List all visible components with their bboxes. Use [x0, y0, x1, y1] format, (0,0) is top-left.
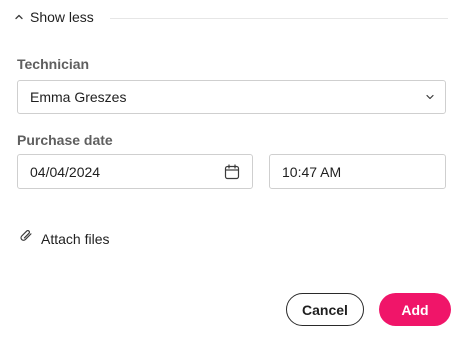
paperclip-icon: [18, 228, 34, 249]
date-value: 04/04/2024: [30, 163, 101, 180]
purchase-date-label: Purchase date: [17, 132, 113, 148]
add-button[interactable]: Add: [379, 293, 451, 326]
cancel-button[interactable]: Cancel: [286, 293, 364, 326]
technician-select[interactable]: Emma Greszes: [17, 80, 446, 114]
chevron-down-icon: [415, 92, 445, 102]
show-less-label: Show less: [30, 9, 94, 25]
time-value: 10:47 AM: [282, 163, 342, 180]
time-input[interactable]: 10:47 AM: [269, 154, 446, 189]
show-less-toggle[interactable]: Show less: [14, 9, 94, 25]
technician-label: Technician: [17, 56, 90, 72]
attach-files-link[interactable]: Attach files: [18, 228, 109, 249]
technician-value: Emma Greszes: [30, 89, 127, 105]
date-input[interactable]: 04/04/2024: [17, 154, 253, 189]
section-divider: [110, 18, 448, 19]
attach-files-label: Attach files: [41, 230, 110, 247]
calendar-icon[interactable]: [212, 163, 252, 180]
chevron-up-icon: [14, 12, 24, 22]
